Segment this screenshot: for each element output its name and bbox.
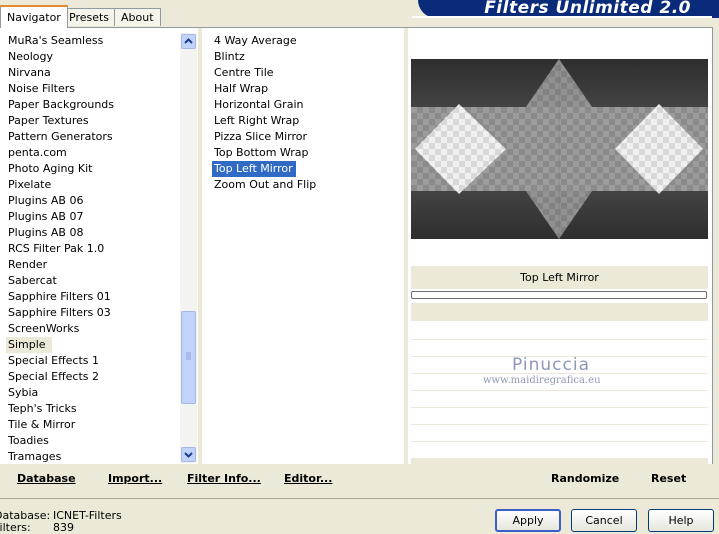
filter-list[interactable]: 4 Way Average Blintz Centre Tile Half Wrap H… (212, 33, 316, 193)
watermark-name: Pinuccia (512, 355, 590, 375)
chevron-up-icon (184, 38, 193, 44)
filter-item[interactable]: Pizza Slice Mirror (212, 129, 316, 145)
filter-item[interactable]: Top Left Mirror (212, 161, 296, 177)
category-item[interactable]: MuRa's Seamless (6, 33, 114, 49)
watermark-url: www.maidiregrafica.eu (483, 375, 601, 386)
database-button[interactable]: Database (17, 472, 76, 485)
category-item[interactable]: Photo Aging Kit (6, 161, 114, 177)
scroll-up-button[interactable] (181, 34, 196, 49)
tab-navigator[interactable]: Navigator (0, 5, 68, 28)
filter-item[interactable]: Left Right Wrap (212, 113, 316, 129)
category-scrollbar[interactable] (180, 33, 197, 463)
category-item[interactable]: Sybia (6, 385, 114, 401)
parameter-separator (411, 407, 708, 408)
category-item[interactable]: penta.com (6, 145, 114, 161)
category-item[interactable]: Neology (6, 49, 114, 65)
randomize-button[interactable]: Randomize (551, 472, 619, 485)
chevron-down-icon (184, 452, 193, 458)
scroll-down-button[interactable] (181, 447, 196, 462)
parameter-separator (411, 424, 708, 425)
parameter-separator (411, 339, 708, 340)
category-item[interactable]: Special Effects 1 (6, 353, 114, 369)
tab-about[interactable]: About (114, 8, 161, 26)
category-item[interactable]: RCS Filter Pak 1.0 (6, 241, 114, 257)
category-item[interactable]: Teph's Tricks (6, 401, 114, 417)
import-button[interactable]: Import... (108, 472, 162, 485)
scroll-thumb[interactable] (181, 311, 196, 404)
filter-item[interactable]: 4 Way Average (212, 33, 316, 49)
apply-button[interactable]: Apply (495, 509, 561, 532)
category-item[interactable]: ScreenWorks (6, 321, 114, 337)
category-item[interactable]: Plugins AB 08 (6, 225, 114, 241)
preview-filter-name: Top Left Mirror (520, 271, 599, 284)
filter-item[interactable]: Top Bottom Wrap (212, 145, 316, 161)
filter-preview-image (411, 59, 708, 239)
category-item[interactable]: Sapphire Filters 01 (6, 289, 114, 305)
category-item[interactable]: Paper Textures (6, 113, 114, 129)
progress-bar (411, 291, 707, 299)
help-button[interactable]: Help (648, 509, 714, 532)
category-item[interactable]: Pattern Generators (6, 129, 114, 145)
parameter-separator (411, 441, 708, 442)
cancel-button[interactable]: Cancel (571, 509, 637, 532)
category-item[interactable]: Noise Filters (6, 81, 114, 97)
parameter-separator (411, 390, 708, 391)
filter-item[interactable]: Centre Tile (212, 65, 316, 81)
tab-presets[interactable]: Presets (62, 8, 117, 26)
category-item[interactable]: Plugins AB 07 (6, 209, 114, 225)
category-item[interactable]: Pixelate (6, 177, 114, 193)
category-item[interactable]: Nirvana (6, 65, 114, 81)
column-divider (404, 28, 408, 464)
category-item[interactable]: Tile & Mirror (6, 417, 114, 433)
editor-button[interactable]: Editor... (284, 472, 332, 485)
filter-item[interactable]: Zoom Out and Flip (212, 177, 316, 193)
app-title-banner: Filters Unlimited 2.0 (412, 0, 719, 18)
filter-item[interactable]: Horizontal Grain (212, 97, 316, 113)
reset-button[interactable]: Reset (651, 472, 686, 485)
category-item[interactable]: Toadies (6, 433, 114, 449)
parameter-area (411, 303, 708, 321)
filters-label: Filters: (0, 521, 31, 534)
category-item[interactable]: Simple (6, 337, 52, 353)
grip-icon (186, 352, 191, 360)
filter-item[interactable]: Half Wrap (212, 81, 316, 97)
filter-info-button[interactable]: Filter Info... (187, 472, 261, 485)
category-item[interactable]: Plugins AB 06 (6, 193, 114, 209)
category-item[interactable]: Special Effects 2 (6, 369, 114, 385)
filters-count: 839 (53, 521, 74, 534)
category-item[interactable]: Sapphire Filters 03 (6, 305, 114, 321)
footer-divider (0, 498, 719, 499)
category-item[interactable]: Sabercat (6, 273, 114, 289)
category-item[interactable]: Tramages (6, 449, 114, 465)
filter-item[interactable]: Blintz (212, 49, 316, 65)
category-item[interactable]: Paper Backgrounds (6, 97, 114, 113)
column-divider (198, 28, 202, 464)
category-item[interactable]: Render (6, 257, 114, 273)
category-list[interactable]: MuRa's Seamless Neology Nirvana Noise Filte… (6, 33, 114, 465)
